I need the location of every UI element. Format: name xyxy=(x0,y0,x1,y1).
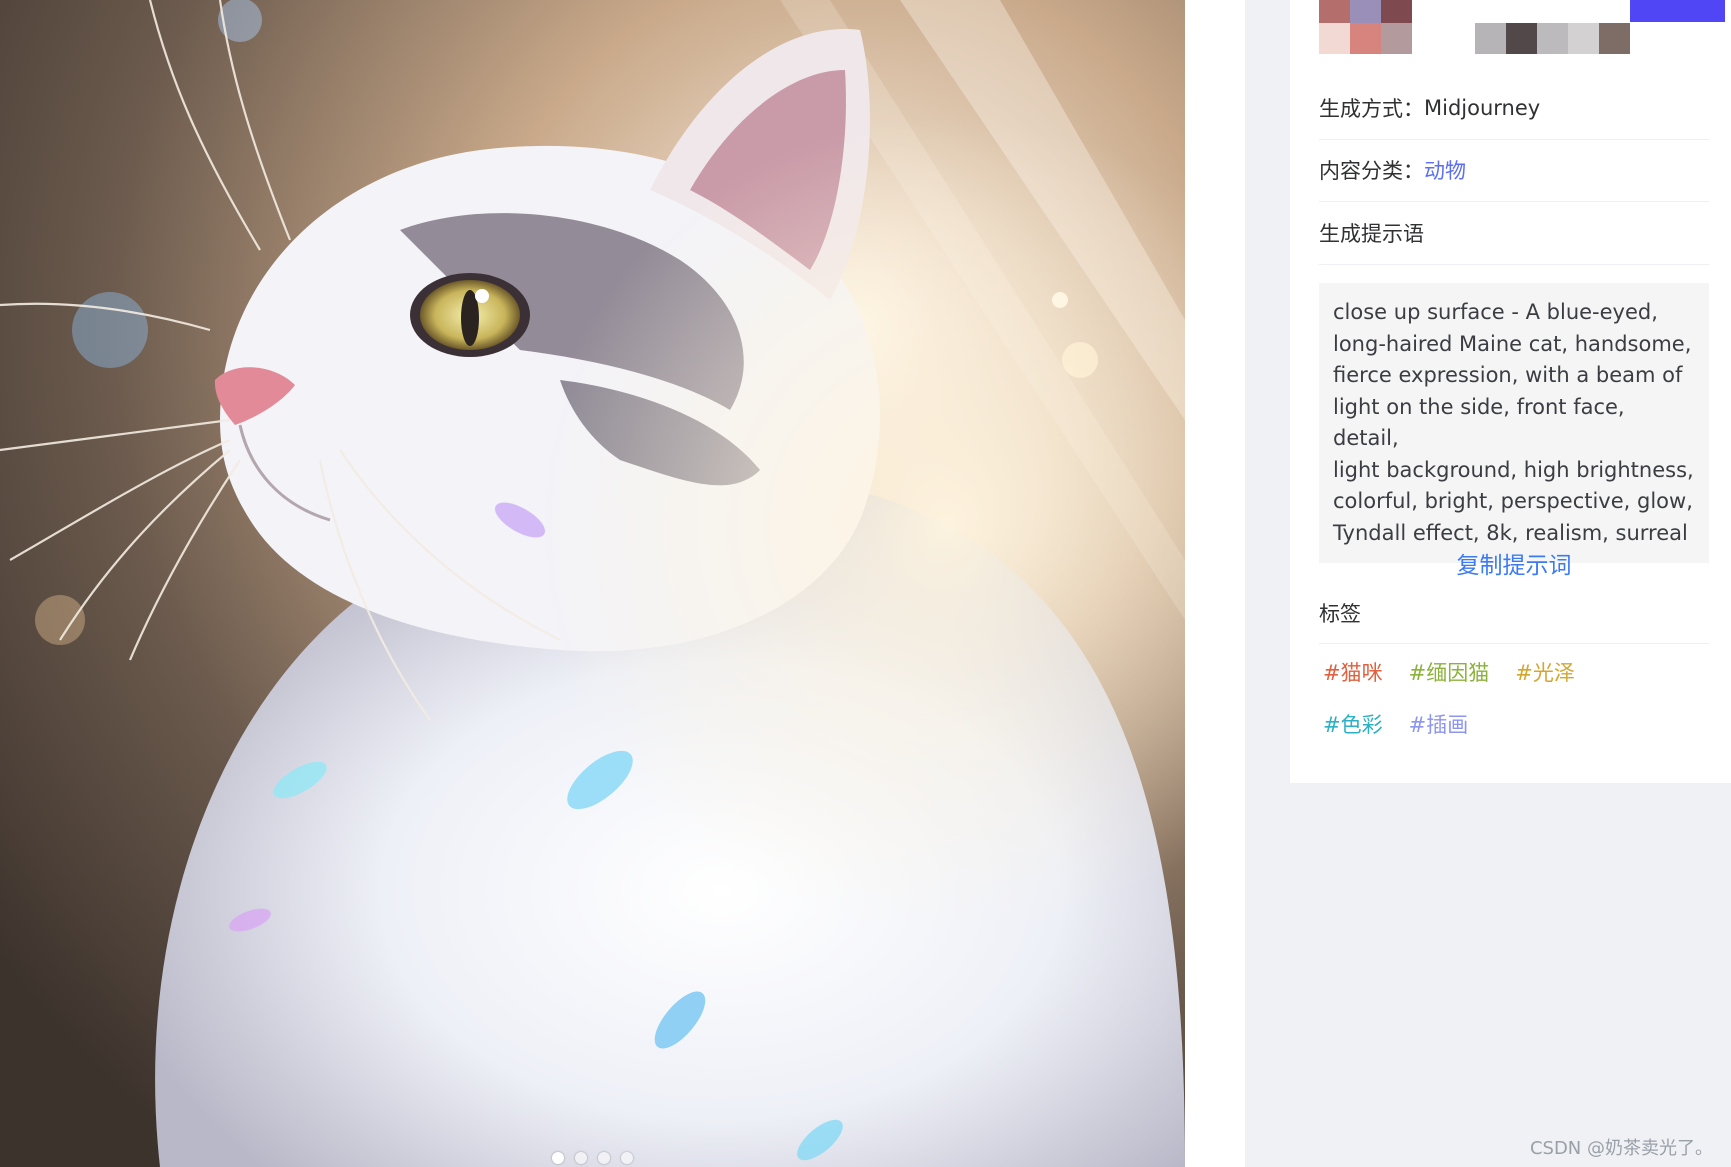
prompt-heading: 生成提示语 xyxy=(1319,222,1424,246)
palette-swatch xyxy=(1630,0,1725,22)
palette-swatch xyxy=(1599,23,1630,54)
tag-link[interactable]: #光泽 xyxy=(1511,656,1575,690)
palette-swatch xyxy=(1568,23,1599,54)
prompt-heading-row: 生成提示语 xyxy=(1319,202,1709,265)
cat-illustration-image[interactable] xyxy=(0,0,1185,1167)
content-category-label: 内容分类： xyxy=(1319,159,1424,183)
carousel-dot[interactable] xyxy=(552,1152,564,1164)
detail-panel: 生成方式： Midjourney 内容分类： 动物 生成提示语 close up… xyxy=(1290,0,1731,783)
tag-link[interactable]: #色彩 xyxy=(1319,708,1383,742)
image-viewer xyxy=(0,0,1245,1167)
csdn-watermark: CSDN @奶茶卖光了。 xyxy=(1529,1138,1713,1159)
tag-link[interactable]: #缅因猫 xyxy=(1405,656,1490,690)
palette-swatch xyxy=(1319,0,1350,23)
palette-swatch xyxy=(1350,23,1381,54)
copy-prompt-button[interactable]: 复制提示词 xyxy=(1319,548,1709,584)
content-category-link[interactable]: 动物 xyxy=(1424,155,1466,185)
palette-swatch xyxy=(1506,23,1537,54)
palette-swatch xyxy=(1537,23,1568,54)
content-category-row: 内容分类： 动物 xyxy=(1319,139,1709,202)
carousel-indicators xyxy=(0,1152,1185,1164)
palette-swatch xyxy=(1381,23,1412,54)
tag-list: #猫咪 #缅因猫 #光泽 #色彩 #插画 xyxy=(1319,656,1649,742)
tag-link[interactable]: #猫咪 xyxy=(1319,656,1383,690)
tags-heading: 标签 xyxy=(1319,591,1709,644)
generation-method-value: Midjourney xyxy=(1424,96,1541,120)
carousel-dot[interactable] xyxy=(575,1152,587,1164)
tag-link[interactable]: #插画 xyxy=(1405,708,1469,742)
cat-illustration-graphic xyxy=(0,0,1185,1167)
carousel-dot[interactable] xyxy=(598,1152,610,1164)
generation-method-label: 生成方式： xyxy=(1319,97,1424,121)
palette-swatch xyxy=(1475,23,1506,54)
color-palette xyxy=(1319,0,1731,88)
palette-swatch xyxy=(1381,0,1412,23)
palette-swatch xyxy=(1350,0,1381,23)
prompt-text: close up surface - A blue-eyed, long-hai… xyxy=(1319,283,1709,563)
generation-method-row: 生成方式： Midjourney xyxy=(1319,77,1709,140)
palette-swatch xyxy=(1319,23,1350,54)
carousel-dot[interactable] xyxy=(621,1152,633,1164)
